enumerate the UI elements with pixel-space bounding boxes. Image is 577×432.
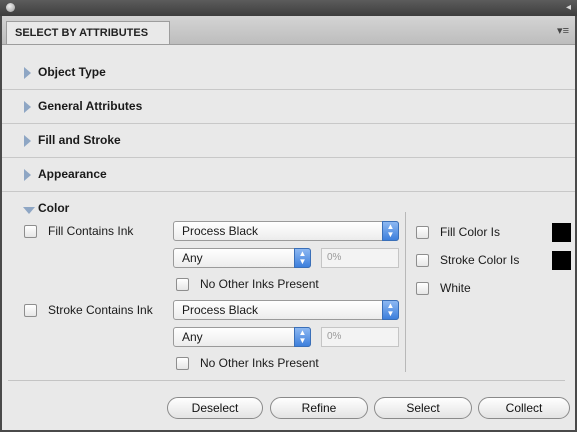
stroke-color-is-checkbox[interactable] [416, 254, 429, 267]
select-arrows-icon: ▲ ▼ [294, 248, 311, 268]
stroke-contains-ink-checkbox[interactable] [24, 304, 37, 317]
section-label: General Attributes [38, 99, 143, 113]
fill-color-is-label: Fill Color Is [440, 225, 501, 239]
deselect-button[interactable]: Deselect [167, 397, 263, 419]
section-appearance[interactable]: Appearance [2, 158, 575, 192]
stroke-contains-ink-label: Stroke Contains Ink [48, 303, 153, 317]
stroke-tint-value: Any [182, 330, 203, 344]
select-button[interactable]: Select [374, 397, 472, 419]
stroke-tint-select[interactable]: Any ▲ ▼ [173, 327, 311, 347]
select-arrows-icon: ▲ ▼ [294, 327, 311, 347]
fill-ink-value: Process Black [182, 224, 259, 238]
section-label: Object Type [38, 65, 106, 79]
select-arrows-icon: ▲ ▼ [382, 300, 399, 320]
panel-menu-icon[interactable]: ▾≡ [557, 24, 569, 37]
section-fill-and-stroke[interactable]: Fill and Stroke [2, 124, 575, 158]
fill-contains-ink-checkbox[interactable] [24, 225, 37, 238]
fill-color-is-checkbox[interactable] [416, 226, 429, 239]
fill-tint-select[interactable]: Any ▲ ▼ [173, 248, 311, 268]
white-label: White [440, 281, 471, 295]
white-checkbox[interactable] [416, 282, 429, 295]
close-icon[interactable] [6, 3, 15, 12]
disclosure-triangle-icon[interactable] [24, 67, 31, 79]
section-label: Appearance [38, 167, 107, 181]
section-object-type[interactable]: Object Type [2, 56, 575, 90]
collapse-arrow-icon[interactable]: ◂ [566, 2, 571, 13]
stroke-percent-field[interactable]: 0% [321, 327, 399, 347]
fill-tint-value: Any [182, 251, 203, 265]
fill-percent-field[interactable]: 0% [321, 248, 399, 268]
tab-select-by-attributes[interactable]: SELECT BY ATTRIBUTES [6, 21, 170, 44]
fill-no-other-inks-label: No Other Inks Present [200, 277, 319, 291]
section-label: Color [38, 201, 70, 215]
section-general-attributes[interactable]: General Attributes [2, 90, 575, 124]
stroke-color-is-label: Stroke Color Is [440, 253, 520, 267]
footer-divider [8, 380, 565, 381]
stroke-ink-value: Process Black [182, 303, 259, 317]
column-divider [405, 212, 406, 372]
stroke-ink-select[interactable]: Process Black ▲ ▼ [173, 300, 399, 320]
fill-no-other-inks-checkbox[interactable] [176, 278, 189, 291]
stroke-no-other-inks-checkbox[interactable] [176, 357, 189, 370]
disclosure-triangle-open-icon[interactable] [23, 207, 35, 214]
disclosure-triangle-icon[interactable] [24, 169, 31, 181]
fill-ink-select[interactable]: Process Black ▲ ▼ [173, 221, 399, 241]
panel-titlebar[interactable]: ◂ [0, 0, 577, 16]
tab-strip: SELECT BY ATTRIBUTES ▾≡ [2, 16, 575, 45]
select-arrows-icon: ▲ ▼ [382, 221, 399, 241]
disclosure-triangle-icon[interactable] [24, 101, 31, 113]
refine-button[interactable]: Refine [270, 397, 368, 419]
stroke-color-swatch[interactable] [552, 251, 571, 270]
fill-contains-ink-label: Fill Contains Ink [48, 224, 134, 238]
collect-button[interactable]: Collect [478, 397, 570, 419]
fill-color-swatch[interactable] [552, 223, 571, 242]
stroke-no-other-inks-label: No Other Inks Present [200, 356, 319, 370]
section-label: Fill and Stroke [38, 133, 121, 147]
disclosure-triangle-icon[interactable] [24, 135, 31, 147]
